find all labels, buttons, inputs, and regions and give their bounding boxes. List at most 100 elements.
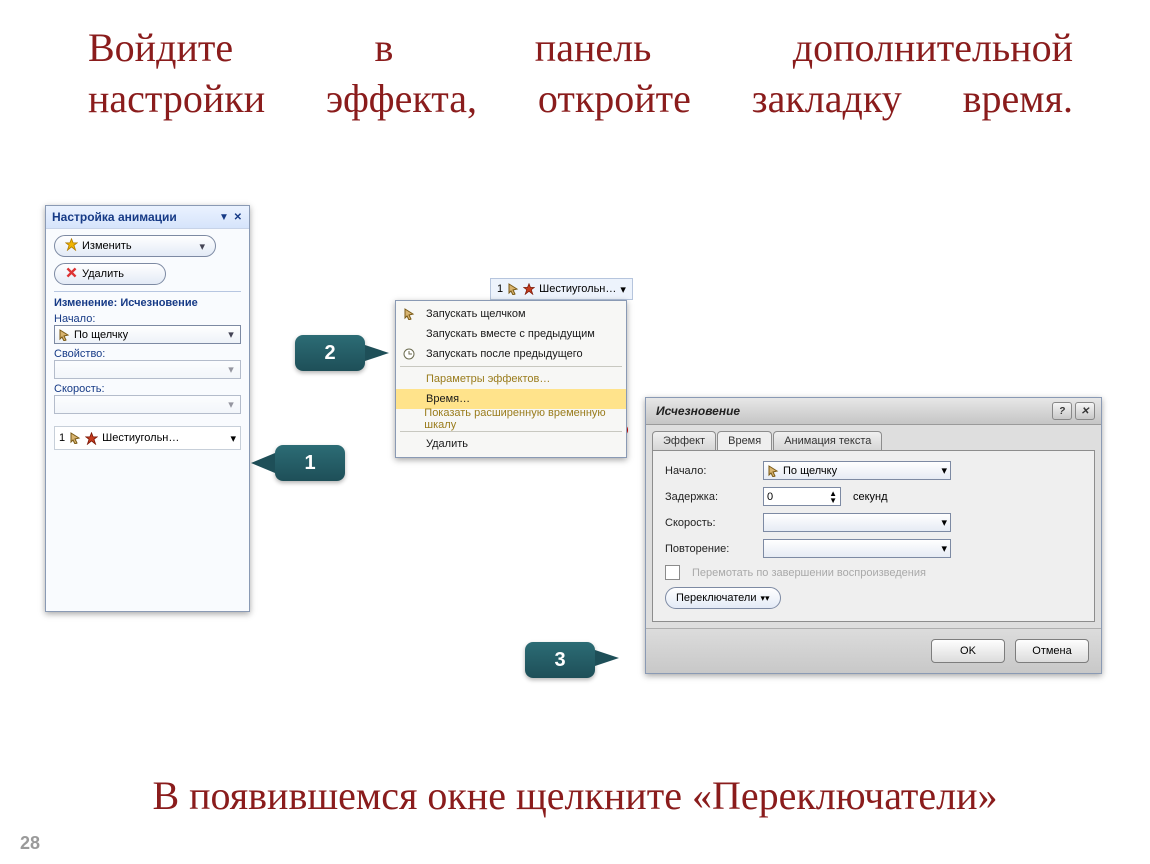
ok-button[interactable]: OK: [931, 639, 1005, 663]
exit-star-icon: [85, 432, 98, 445]
taskpane-title-bar[interactable]: Настройка анимации ▼ ✕: [46, 206, 249, 229]
taskpane-title: Настройка анимации: [52, 210, 177, 224]
ctx-label: Время…: [426, 393, 470, 405]
mouse-icon: [507, 283, 519, 295]
ctx-show-timeline[interactable]: Показать расширенную временную шкалу: [396, 409, 626, 429]
start-dropdown[interactable]: По щелчку ▾: [54, 325, 241, 344]
delete-button[interactable]: Удалить: [54, 263, 166, 285]
cancel-button[interactable]: Отмена: [1015, 639, 1089, 663]
mouse-icon: [58, 329, 70, 341]
ctx-label: Удалить: [426, 438, 468, 450]
taskpane-section-title: Изменение: Исчезновение: [54, 291, 241, 309]
start-dropdown[interactable]: По щелчку ▾: [763, 461, 951, 480]
field-rewind: Перемотать по завершении воспроизведения: [665, 565, 1082, 580]
tab-effect[interactable]: Эффект: [652, 431, 716, 450]
chevron-down-icon: ▾: [225, 398, 237, 411]
rewind-label: Перемотать по завершении воспроизведения: [692, 567, 926, 579]
dialog-buttons: OK Отмена: [646, 628, 1101, 673]
triggers-button-label: Переключатели: [676, 592, 756, 604]
spinner-icon: ▲▼: [829, 490, 837, 504]
field-repeat: Повторение: ▾: [665, 539, 1082, 558]
field-speed: Скорость: ▾: [665, 513, 1082, 532]
callout-3: 3: [525, 642, 595, 678]
ctx-delete[interactable]: Удалить: [396, 434, 626, 454]
mouse-icon: [69, 432, 81, 444]
chevron-down-icon: ▾: [620, 283, 626, 296]
chevron-down-icon: ▾: [941, 464, 947, 477]
close-button[interactable]: ✕: [1075, 402, 1095, 420]
callout-2: 2: [295, 335, 365, 371]
start-label: Начало:: [54, 313, 241, 325]
blank-icon: [400, 326, 418, 342]
delay-spinner[interactable]: 0 ▲▼: [763, 487, 841, 506]
chevron-down-icon: ▾: [941, 542, 947, 555]
delay-value: 0: [767, 491, 773, 503]
page-number: 28: [20, 833, 40, 854]
item-number: 1: [59, 432, 65, 444]
timing-dialog: Исчезновение ? ✕ Эффект Время Анимация т…: [645, 397, 1102, 674]
callout-1: 1: [275, 445, 345, 481]
help-button[interactable]: ?: [1052, 402, 1072, 420]
context-target-tag[interactable]: 1 Шестиугольн… ▾: [490, 278, 633, 300]
double-chevron-icon: ▾▾: [760, 593, 769, 604]
delete-icon: [65, 266, 78, 282]
clock-icon: [400, 346, 418, 362]
ctx-label: Параметры эффектов…: [426, 373, 550, 385]
tab-text-animation[interactable]: Анимация текста: [773, 431, 882, 450]
title-line1: Войдите в панель дополнительной: [88, 25, 1073, 70]
repeat-dropdown[interactable]: ▾: [763, 539, 951, 558]
chevron-down-icon: ▾: [941, 516, 947, 529]
change-button[interactable]: Изменить ▾: [54, 235, 216, 257]
ctx-timing[interactable]: Время…: [396, 389, 626, 409]
title-line2: настройки эффекта, откройте закладку вре…: [88, 76, 1073, 121]
field-delay: Задержка: 0 ▲▼ секунд: [665, 487, 1082, 506]
chevron-down-icon: ▾: [199, 240, 205, 253]
chevron-down-icon: ▾: [230, 432, 236, 445]
separator: [400, 431, 622, 432]
separator: [400, 366, 622, 367]
speed-dropdown: ▾: [54, 395, 241, 414]
dialog-title-bar[interactable]: Исчезновение ? ✕: [646, 398, 1101, 425]
field-start: Начало: По щелчку ▾: [665, 461, 1082, 480]
start-value: По щелчку: [74, 329, 128, 341]
start-label: Начало:: [665, 465, 751, 477]
delay-unit: секунд: [853, 491, 888, 503]
item-tag-number: 1: [497, 283, 503, 295]
ctx-start-with-previous[interactable]: Запускать вместе с предыдущим: [396, 324, 626, 344]
chevron-down-icon: ▾: [225, 328, 237, 341]
ctx-label: Запускать после предыдущего: [426, 348, 583, 360]
delete-button-label: Удалить: [82, 268, 124, 280]
slide-title: Войдите в панель дополнительной настройк…: [88, 22, 1073, 124]
taskpane-dropdown-icon[interactable]: ▼ ✕: [219, 212, 243, 223]
speed-dropdown[interactable]: ▾: [763, 513, 951, 532]
ctx-label: Запускать щелчком: [426, 308, 526, 320]
item-tag-text: Шестиугольн…: [539, 283, 616, 295]
property-dropdown: ▾: [54, 360, 241, 379]
tab-timing[interactable]: Время: [717, 431, 772, 450]
speed-label: Скорость:: [665, 517, 751, 529]
rewind-checkbox[interactable]: [665, 565, 680, 580]
change-button-label: Изменить: [82, 240, 132, 252]
exit-star-icon: [523, 283, 535, 295]
star-icon: [65, 238, 78, 254]
animation-list-item[interactable]: 1 Шестиугольн… ▾: [54, 426, 241, 450]
dialog-title: Исчезновение: [656, 404, 740, 418]
item-text: Шестиугольн…: [102, 432, 179, 444]
delay-label: Задержка:: [665, 491, 751, 503]
ctx-effect-options[interactable]: Параметры эффектов…: [396, 369, 626, 389]
triggers-button[interactable]: Переключатели ▾▾: [665, 587, 781, 609]
slide-bottom-text: В появившемся окне щелкните «Переключате…: [40, 770, 1110, 821]
property-label: Свойство:: [54, 348, 241, 360]
speed-label: Скорость:: [54, 383, 241, 395]
repeat-label: Повторение:: [665, 543, 751, 555]
dialog-body: Начало: По щелчку ▾ Задержка: 0 ▲▼ секун…: [652, 450, 1095, 622]
ctx-label: Показать расширенную временную шкалу: [424, 407, 620, 431]
ctx-label: Запускать вместе с предыдущим: [426, 328, 595, 340]
animation-taskpane: Настройка анимации ▼ ✕ Изменить ▾ Удалит…: [45, 205, 250, 612]
chevron-down-icon: ▾: [225, 363, 237, 376]
start-value: По щелчку: [783, 465, 837, 477]
ctx-start-after-previous[interactable]: Запускать после предыдущего: [396, 344, 626, 364]
context-menu: Запускать щелчком Запускать вместе с пре…: [395, 300, 627, 458]
ctx-start-on-click[interactable]: Запускать щелчком: [396, 304, 626, 324]
dialog-tabs: Эффект Время Анимация текста: [652, 431, 1095, 450]
